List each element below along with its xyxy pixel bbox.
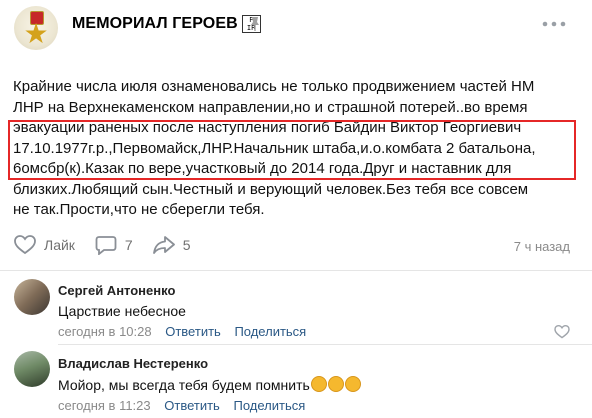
comments-button[interactable]: 7 <box>95 235 133 255</box>
like-label: Лайк <box>44 237 75 253</box>
heart-icon <box>14 235 36 255</box>
more-options-icon[interactable] <box>539 20 569 28</box>
avatar[interactable] <box>14 279 50 315</box>
post-line: Крайние числа июля ознаменовались не тол… <box>13 78 535 95</box>
post-line: близких.Любящий сын.Честный и верующий ч… <box>13 180 529 198</box>
post-line: 6омсбр(к).Казак по вере,участковый до 20… <box>13 160 512 177</box>
salute-emoji-icon <box>327 376 344 392</box>
group-avatar[interactable]: ★ <box>14 6 58 50</box>
post-actions: Лайк 7 5 <box>14 234 211 256</box>
group-title[interactable]: МЕМОРИАЛ ГЕРОЕВ F IR <box>72 15 261 33</box>
comment-icon <box>95 236 117 255</box>
reply-button[interactable]: Ответить <box>165 324 221 339</box>
pin-icon <box>251 17 259 31</box>
avatar[interactable] <box>14 351 50 387</box>
gold-star-icon: ★ <box>23 17 49 50</box>
comment-meta: сегодня в 10:28 Ответить Поделиться <box>58 324 306 339</box>
divider <box>58 344 592 345</box>
post-line: эвакуации раненых после наступления поги… <box>13 119 522 136</box>
shares-count: 5 <box>182 237 191 253</box>
share-comment-button[interactable]: Поделиться <box>233 398 305 413</box>
share-button[interactable]: 5 <box>152 235 191 255</box>
reply-button[interactable]: Ответить <box>164 398 220 413</box>
comment-text: Мойор, мы всегда тебя будем помнить <box>58 377 310 393</box>
comment-text: Царствие небесное <box>58 303 186 319</box>
post-line: не так.Прости,что не сберегли тебя. <box>13 201 265 218</box>
comment-text-wrap: Мойор, мы всегда тебя будем помнить <box>58 376 361 393</box>
divider <box>0 270 592 271</box>
share-comment-button[interactable]: Поделиться <box>234 324 306 339</box>
like-button[interactable]: Лайк <box>14 235 75 255</box>
heart-icon <box>554 325 570 339</box>
salute-emoji-icon <box>344 376 361 392</box>
share-icon <box>152 236 175 254</box>
salute-emoji-icon <box>310 376 327 392</box>
group-title-text: МЕМОРИАЛ ГЕРОЕВ <box>72 15 238 32</box>
comment-meta: сегодня в 11:23 Ответить Поделиться <box>58 398 305 413</box>
comment-author[interactable]: Сергей Антоненко <box>58 283 175 298</box>
comment-like-button[interactable] <box>540 324 570 340</box>
comment-time[interactable]: сегодня в 11:23 <box>58 398 151 413</box>
post-line: ЛНР на Верхнекаменском направлении,но и … <box>13 98 528 116</box>
post-time[interactable]: 7 ч назад <box>514 239 570 254</box>
comment-time[interactable]: сегодня в 10:28 <box>58 324 152 339</box>
post-text: Крайние числа июля ознаменовались не тол… <box>13 77 573 221</box>
comment-author[interactable]: Владислав Нестеренко <box>58 356 208 371</box>
post-line: 17.10.1977г.р.,Первомайск,ЛНР.Начальник … <box>13 139 536 157</box>
comments-count: 7 <box>124 237 133 253</box>
